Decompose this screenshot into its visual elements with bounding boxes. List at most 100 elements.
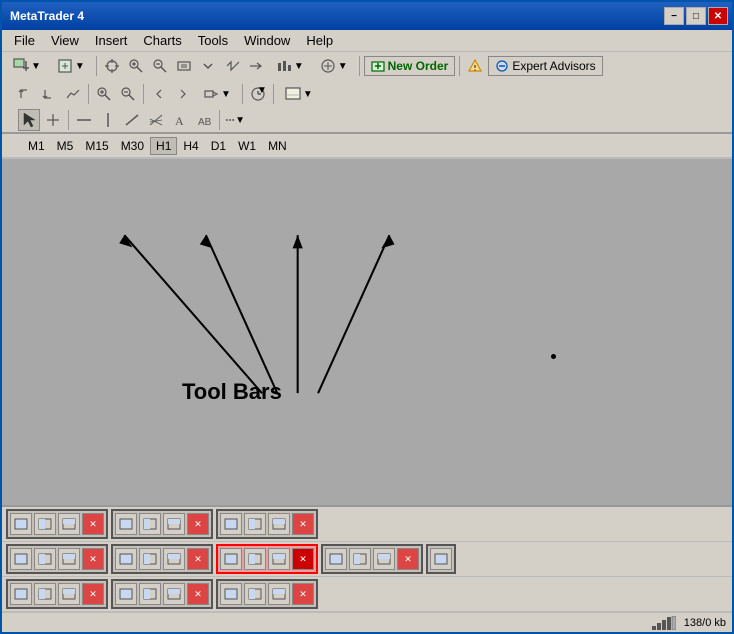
panel-btn-11-3[interactable] <box>268 583 290 605</box>
tf-h4[interactable]: H4 <box>177 137 204 155</box>
zoom-out-button[interactable] <box>149 55 171 77</box>
label-tool[interactable]: AB <box>193 109 215 131</box>
separator-7 <box>273 84 274 104</box>
panel-btn-9-2[interactable] <box>34 583 56 605</box>
scroll-button[interactable] <box>197 55 219 77</box>
panel-btn-4-2[interactable] <box>34 548 56 570</box>
zoom-out-2-button[interactable] <box>117 83 139 105</box>
panel-btn-1-2[interactable] <box>34 513 56 535</box>
panel-group-8 <box>426 544 456 574</box>
alert-button[interactable] <box>464 55 486 77</box>
panel-close-10[interactable]: ✕ <box>187 583 209 605</box>
menu-view[interactable]: View <box>43 31 87 50</box>
panel-btn-4-1[interactable] <box>10 548 32 570</box>
close-button[interactable]: ✕ <box>708 7 728 25</box>
zoom-in-button[interactable] <box>125 55 147 77</box>
panel-close-1[interactable]: ✕ <box>82 513 104 535</box>
tf-h1[interactable]: H1 <box>150 137 177 155</box>
expert-advisors-button[interactable]: Expert Advisors <box>488 56 602 76</box>
clock-button[interactable]: ▼ <box>247 83 269 105</box>
panel-btn-6-2[interactable] <box>244 548 266 570</box>
scroll-right-button[interactable] <box>172 83 194 105</box>
chart-area[interactable]: Tool Bars <box>2 159 732 505</box>
panel-close-7[interactable]: ✕ <box>397 548 419 570</box>
panel-btn-6-1[interactable] <box>220 548 242 570</box>
tf-m1[interactable]: M1 <box>22 137 51 155</box>
panel-close-5[interactable]: ✕ <box>187 548 209 570</box>
menu-file[interactable]: File <box>6 31 43 50</box>
new-order-button[interactable]: New Order <box>364 56 456 76</box>
panel-group-1: ✕ <box>6 509 108 539</box>
panel-btn-11-2[interactable] <box>244 583 266 605</box>
panel-btn-8-1[interactable] <box>430 548 452 570</box>
menu-window[interactable]: Window <box>236 31 298 50</box>
fib-tool[interactable] <box>145 109 167 131</box>
nav-down-button[interactable] <box>38 83 60 105</box>
nav-chart-button[interactable] <box>62 83 84 105</box>
panel-btn-10-2[interactable] <box>139 583 161 605</box>
menu-insert[interactable]: Insert <box>87 31 136 50</box>
panel-btn-3-3[interactable] <box>268 513 290 535</box>
crosshair-button[interactable] <box>101 55 123 77</box>
new-chart-button[interactable]: ▼ <box>6 55 48 77</box>
panel-btn-6-3[interactable] <box>268 548 290 570</box>
menu-charts[interactable]: Charts <box>135 31 189 50</box>
panel-btn-2-2[interactable] <box>139 513 161 535</box>
panel-btn-2-3[interactable] <box>163 513 185 535</box>
panel-btn-10-1[interactable] <box>115 583 137 605</box>
panel-close-9[interactable]: ✕ <box>82 583 104 605</box>
panel-btn-2-1[interactable] <box>115 513 137 535</box>
tf-m30[interactable]: M30 <box>115 137 150 155</box>
menu-help[interactable]: Help <box>298 31 341 50</box>
panel-btn-9-1[interactable] <box>10 583 32 605</box>
main-window: MetaTrader 4 − □ ✕ File View Insert Char… <box>0 0 734 634</box>
zoom-in-2-button[interactable] <box>93 83 115 105</box>
indicators-button[interactable]: ▼ <box>313 55 355 77</box>
cursor-tool[interactable] <box>18 109 40 131</box>
horizontal-line-tool[interactable] <box>73 109 95 131</box>
panel-btn-3-2[interactable] <box>244 513 266 535</box>
tf-m5[interactable]: M5 <box>51 137 80 155</box>
nav-up-button[interactable] <box>14 83 36 105</box>
chart-type-button[interactable]: ▼ <box>269 55 311 77</box>
autoscroll-button[interactable] <box>221 55 243 77</box>
chart-zoom-button[interactable]: ▼ <box>278 83 320 105</box>
panel-btn-1-1[interactable] <box>10 513 32 535</box>
chart-templates-button[interactable]: ▼ <box>50 55 92 77</box>
minimize-button[interactable]: − <box>664 7 684 25</box>
chart-shift-button[interactable] <box>245 55 267 77</box>
properties-button[interactable] <box>173 55 195 77</box>
trend-line-tool[interactable] <box>121 109 143 131</box>
bottom-row-3: ✕ ✕ <box>2 577 732 612</box>
panel-btn-9-3[interactable] <box>58 583 80 605</box>
panel-btn-4-3[interactable] <box>58 548 80 570</box>
panel-btn-7-2[interactable] <box>349 548 371 570</box>
toolbar-row-1: ▼ ▼ <box>2 52 732 80</box>
panel-close-4[interactable]: ✕ <box>82 548 104 570</box>
panel-close-11[interactable]: ✕ <box>292 583 314 605</box>
panel-btn-1-3[interactable] <box>58 513 80 535</box>
tf-m15[interactable]: M15 <box>79 137 114 155</box>
panel-btn-10-3[interactable] <box>163 583 185 605</box>
more-drawings-button[interactable]: ▼ <box>224 109 246 131</box>
panel-btn-5-1[interactable] <box>115 548 137 570</box>
text-tool[interactable]: A <box>169 109 191 131</box>
vertical-line-tool[interactable] <box>97 109 119 131</box>
panel-btn-7-3[interactable] <box>373 548 395 570</box>
panel-btn-5-2[interactable] <box>139 548 161 570</box>
tf-mn[interactable]: MN <box>262 137 293 155</box>
panel-close-3[interactable]: ✕ <box>292 513 314 535</box>
panel-btn-11-1[interactable] <box>220 583 242 605</box>
tf-w1[interactable]: W1 <box>232 137 262 155</box>
panel-close-2[interactable]: ✕ <box>187 513 209 535</box>
tf-d1[interactable]: D1 <box>205 137 232 155</box>
scroll-left-button[interactable] <box>148 83 170 105</box>
scroll-options-button[interactable]: ▼ <box>196 83 238 105</box>
menu-tools[interactable]: Tools <box>190 31 236 50</box>
panel-btn-7-1[interactable] <box>325 548 347 570</box>
panel-btn-3-1[interactable] <box>220 513 242 535</box>
maximize-button[interactable]: □ <box>686 7 706 25</box>
panel-btn-5-3[interactable] <box>163 548 185 570</box>
crosshair-tool[interactable] <box>42 109 64 131</box>
panel-close-6[interactable]: ✕ <box>292 548 314 570</box>
